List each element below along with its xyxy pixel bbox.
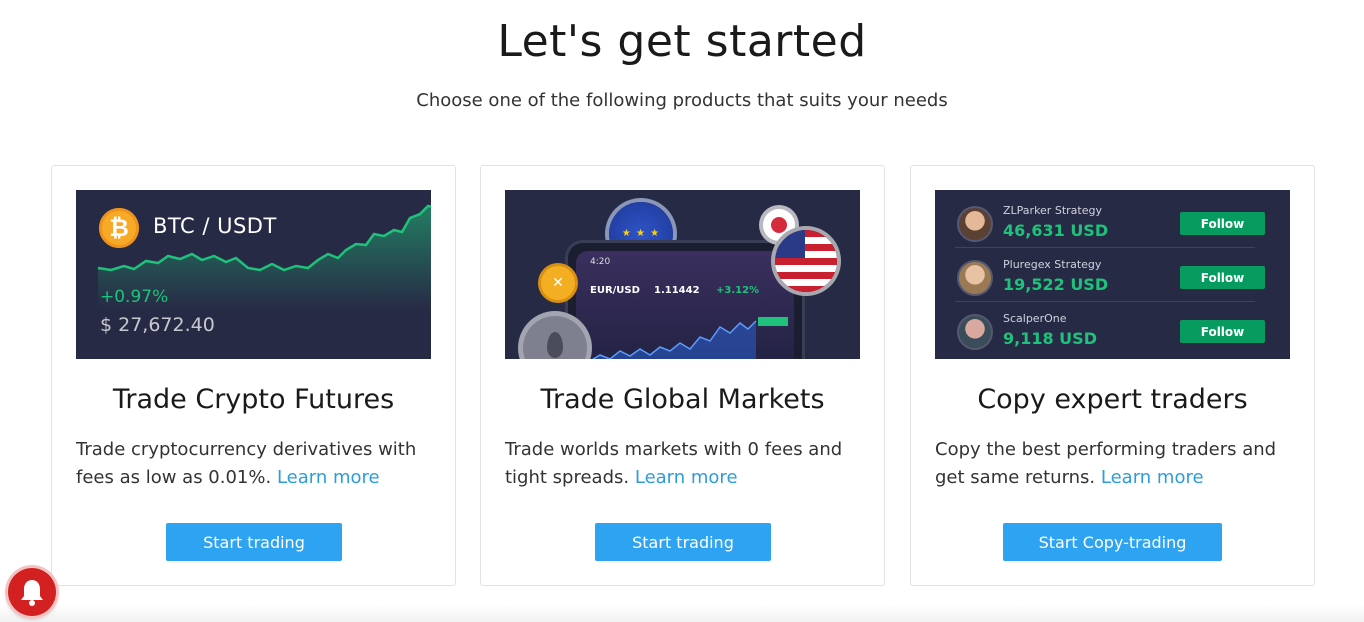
card-description: Trade cryptocurrency derivatives with fe…	[76, 436, 436, 492]
trader-row: ScalperOne 9,118 USD Follow	[955, 302, 1275, 356]
follow-button[interactable]: Follow	[1180, 266, 1265, 289]
card-title: Trade Crypto Futures	[112, 384, 395, 415]
card-description: Trade worlds markets with 0 fees and tig…	[505, 436, 865, 492]
trader-name: Pluregex Strategy	[1003, 258, 1102, 271]
crypto-banner: ₿ BTC / USDT +0.97% $ 27,672.40	[76, 190, 431, 359]
ripple-coin-icon: ✕	[541, 266, 575, 300]
avatar	[957, 260, 993, 296]
learn-more-link[interactable]: Learn more	[277, 467, 380, 488]
card-title: Trade Global Markets	[540, 384, 825, 415]
start-trading-button[interactable]: Start trading	[166, 523, 342, 561]
page-subtitle: Choose one of the following products tha…	[416, 90, 948, 111]
follow-button[interactable]: Follow	[1180, 320, 1265, 343]
notification-bell-button[interactable]	[8, 568, 56, 616]
us-flag-canton	[775, 230, 805, 258]
bell-icon	[21, 580, 43, 606]
avatar	[957, 314, 993, 350]
trader-returns: 9,118 USD	[1003, 329, 1097, 348]
trader-row: ZLParker Strategy 46,631 USD Follow	[955, 194, 1275, 248]
copy-trading-banner: ZLParker Strategy 46,631 USD Follow Plur…	[935, 190, 1290, 359]
trader-returns: 19,522 USD	[1003, 275, 1109, 294]
card-title: Copy expert traders	[977, 384, 1248, 415]
fx-price-marker	[758, 317, 788, 326]
follow-button[interactable]: Follow	[1180, 212, 1265, 235]
fx-chart-area	[593, 321, 756, 359]
fx-chart	[591, 317, 788, 359]
trader-row: Pluregex Strategy 19,522 USD Follow	[955, 248, 1275, 302]
trader-name: ScalperOne	[1003, 312, 1067, 325]
price-change: +0.97%	[100, 287, 169, 307]
page-title: Let's get started	[497, 16, 867, 67]
card-description: Copy the best performing traders and get…	[935, 436, 1295, 492]
pair-label: BTC / USDT	[153, 214, 277, 238]
product-card-global-markets: ★ ★ ★ 4:20 EUR/USD 1.11442 +3.12% ✕ Trad…	[480, 165, 885, 586]
start-trading-button[interactable]: Start trading	[595, 523, 771, 561]
trader-name: ZLParker Strategy	[1003, 204, 1102, 217]
phone-mockup: 4:20 EUR/USD 1.11442 +3.12%	[565, 240, 805, 359]
product-card-copy-trading: ZLParker Strategy 46,631 USD Follow Plur…	[910, 165, 1315, 586]
trader-returns: 46,631 USD	[1003, 221, 1109, 240]
eth-drop-shape	[547, 332, 563, 358]
markets-banner: ★ ★ ★ 4:20 EUR/USD 1.11442 +3.12% ✕	[505, 190, 860, 359]
phone-screen: 4:20 EUR/USD 1.11442 +3.12%	[576, 251, 794, 359]
product-card-crypto-futures: ₿ BTC / USDT +0.97% $ 27,672.40 Trade Cr…	[51, 165, 456, 586]
learn-more-link[interactable]: Learn more	[1101, 467, 1204, 488]
start-copy-trading-button[interactable]: Start Copy-trading	[1003, 523, 1222, 561]
learn-more-link[interactable]: Learn more	[635, 467, 738, 488]
avatar	[957, 206, 993, 242]
footer-shadow	[0, 604, 1364, 622]
bitcoin-icon: ₿	[99, 208, 139, 248]
price-value: $ 27,672.40	[100, 314, 215, 336]
us-flag-icon	[775, 230, 837, 292]
